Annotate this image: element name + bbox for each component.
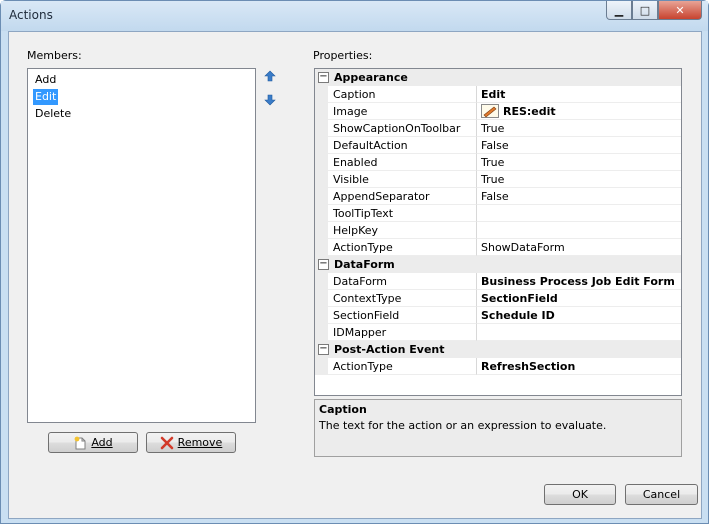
property-row-dataform[interactable]: DataForm Business Process Job Edit Form [315,273,681,290]
property-name: Caption [328,86,477,103]
property-value[interactable]: False [477,137,681,154]
move-down-button[interactable] [263,93,277,107]
property-value[interactable] [477,205,681,222]
ok-button-label: OK [572,488,588,501]
members-label: Members: [27,49,82,62]
property-name: IDMapper [328,324,477,341]
category-dataform[interactable]: − DataForm [315,256,681,273]
property-value[interactable]: RefreshSection [477,358,681,375]
property-grid[interactable]: − Appearance Caption Edit Image RES:edit [314,68,682,396]
member-item-edit[interactable]: Edit [33,89,59,105]
property-value[interactable] [477,324,681,341]
help-title: Caption [319,403,367,416]
red-x-icon [160,436,173,449]
maximize-button[interactable]: □ [632,1,658,20]
property-value[interactable] [477,222,681,239]
close-button[interactable]: ✕ [658,1,702,20]
member-item-delete[interactable]: Delete [33,106,73,122]
member-item-add[interactable]: Add [33,72,58,88]
property-row-actiontype[interactable]: ActionType ShowDataForm [315,239,681,256]
members-list[interactable]: Add Edit Delete [27,68,256,423]
member-item-label: Edit [35,90,57,103]
property-name: DefaultAction [328,137,477,154]
category-label: Appearance [334,71,408,84]
property-name: Image [328,103,477,120]
remove-button-label: Remove [177,436,223,449]
title-bar[interactable]: Actions ▁ □ ✕ [1,1,708,31]
category-appearance[interactable]: − Appearance [315,69,681,86]
collapse-icon[interactable]: − [318,72,329,83]
property-row-appendseparator[interactable]: AppendSeparator False [315,188,681,205]
property-row-defaultaction[interactable]: DefaultAction False [315,137,681,154]
dialog-body: Members: Properties: Add Edit Delete Add… [8,31,702,519]
add-member-button[interactable]: Add [48,432,138,453]
cancel-button-label: Cancel [642,488,681,501]
property-value[interactable]: True [477,120,681,137]
property-help-panel: Caption The text for the action or an ex… [314,399,682,457]
property-value[interactable]: RES:edit [477,103,681,120]
help-text: The text for the action or an expression… [319,419,607,432]
new-document-icon [74,436,86,449]
property-name: ShowCaptionOnToolbar [328,120,477,137]
property-row-enabled[interactable]: Enabled True [315,154,681,171]
property-row-caption[interactable]: Caption Edit [315,86,681,103]
properties-label: Properties: [313,49,373,62]
minimize-icon: ▁ [614,3,624,17]
property-value[interactable]: True [477,154,681,171]
actions-dialog: Actions ▁ □ ✕ Members: Properties: Add E… [0,0,709,524]
property-value[interactable]: False [477,188,681,205]
property-row-sectionfield[interactable]: SectionField Schedule ID [315,307,681,324]
property-name: ToolTipText [328,205,477,222]
pencil-icon [481,104,499,118]
arrow-up-icon [264,70,276,82]
ok-button[interactable]: OK [544,484,616,505]
collapse-icon[interactable]: − [318,344,329,355]
cancel-button[interactable]: Cancel [625,484,698,505]
property-name: ActionType [328,358,477,375]
property-name: ActionType [328,239,477,256]
maximize-icon: □ [639,3,651,17]
collapse-icon[interactable]: − [318,259,329,270]
remove-member-button[interactable]: Remove [146,432,236,453]
property-name: Visible [328,171,477,188]
property-value[interactable]: True [477,171,681,188]
add-button-label: Add [91,436,113,449]
property-row-tooltiptext[interactable]: ToolTipText [315,205,681,222]
property-value[interactable]: ShowDataForm [477,239,681,256]
property-row-contexttype[interactable]: ContextType SectionField [315,290,681,307]
property-name: ContextType [328,290,477,307]
window-title: Actions [9,8,53,22]
member-item-label: Delete [35,107,72,120]
property-row-helpkey[interactable]: HelpKey [315,222,681,239]
property-name: AppendSeparator [328,188,477,205]
category-post-action-event[interactable]: − Post-Action Event [315,341,681,358]
property-name: HelpKey [328,222,477,239]
property-name: Enabled [328,154,477,171]
minimize-button[interactable]: ▁ [606,1,632,20]
category-label: DataForm [334,258,395,271]
property-name: DataForm [328,273,477,290]
move-up-button[interactable] [263,69,277,83]
close-icon: ✕ [675,3,685,17]
property-value[interactable]: Business Process Job Edit Form [477,273,681,290]
property-row-post-actiontype[interactable]: ActionType RefreshSection [315,358,681,375]
property-value[interactable]: Schedule ID [477,307,681,324]
arrow-down-icon [264,94,276,106]
property-row-image[interactable]: Image RES:edit [315,103,681,120]
member-item-label: Add [35,73,57,86]
property-row-idmapper[interactable]: IDMapper [315,324,681,341]
property-value[interactable]: SectionField [477,290,681,307]
window-controls: ▁ □ ✕ [606,1,702,21]
property-row-showcaptionontoolbar[interactable]: ShowCaptionOnToolbar True [315,120,681,137]
property-name: SectionField [328,307,477,324]
property-row-visible[interactable]: Visible True [315,171,681,188]
property-value[interactable]: Edit [477,86,681,103]
category-label: Post-Action Event [334,343,445,356]
